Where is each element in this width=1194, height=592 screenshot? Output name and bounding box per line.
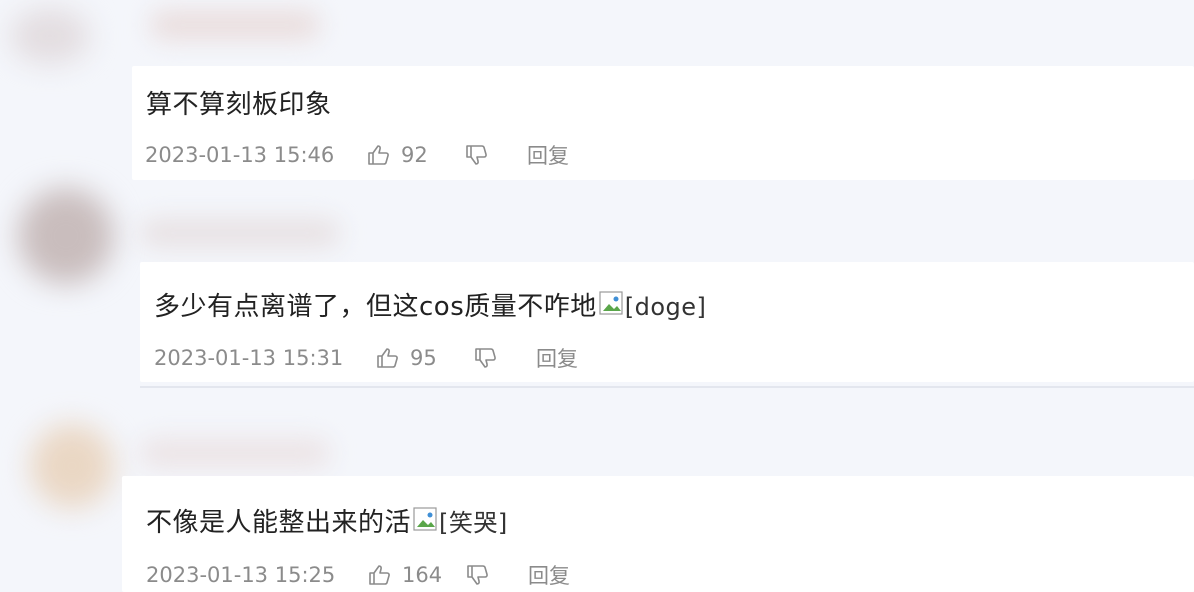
comment-text: 不像是人能整出来的活 [笑哭] <box>146 502 508 539</box>
comment-item: 算不算刻板印象 2023-01-13 15:46 92 回复 <box>0 0 1194 180</box>
thumbs-down-icon <box>466 145 487 165</box>
like-count: 95 <box>410 346 437 370</box>
username[interactable] <box>140 438 330 468</box>
dislike-button[interactable] <box>474 347 536 369</box>
broken-image-icon <box>413 507 439 533</box>
comment-timestamp: 2023-01-13 15:25 <box>146 563 336 587</box>
thumbs-down-icon <box>467 565 488 585</box>
emote-alt-text: [doge] <box>624 293 707 321</box>
comment-timestamp: 2023-01-13 15:46 <box>145 143 335 167</box>
comment-meta: 2023-01-13 15:31 95 回复 <box>154 343 578 373</box>
comment-meta: 2023-01-13 15:46 92 回复 <box>145 140 569 170</box>
broken-image-icon <box>599 291 625 317</box>
comment-text-body: 算不算刻板印象 <box>146 90 332 120</box>
dislike-button[interactable] <box>466 564 528 586</box>
avatar[interactable] <box>30 424 114 508</box>
thumbs-up-icon <box>368 145 389 165</box>
comment-meta: 2023-01-13 15:25 164 回复 <box>146 560 570 590</box>
reply-button[interactable]: 回复 <box>528 560 570 590</box>
like-count: 164 <box>402 563 443 587</box>
reply-button[interactable]: 回复 <box>527 140 569 170</box>
thumbs-up-icon <box>369 565 390 585</box>
like-button[interactable]: 164 <box>368 563 466 587</box>
comment-item: 多少有点离谱了，但这cos质量不咋地 [doge] 2023-01-13 15:… <box>0 180 1194 385</box>
comment-item: 不像是人能整出来的活 [笑哭] 2023-01-13 15:25 164 回复 <box>0 388 1194 592</box>
comment-text: 算不算刻板印象 <box>146 84 332 121</box>
dislike-button[interactable] <box>465 144 527 166</box>
like-button[interactable]: 92 <box>367 143 465 167</box>
comment-text: 多少有点离谱了，但这cos质量不咋地 [doge] <box>154 286 706 323</box>
like-count: 92 <box>401 143 428 167</box>
username[interactable] <box>150 10 320 40</box>
thumbs-up-icon <box>377 348 398 368</box>
comment-text-body: 不像是人能整出来的活 <box>146 508 412 538</box>
comment-timestamp: 2023-01-13 15:31 <box>154 346 344 370</box>
avatar[interactable] <box>18 188 114 284</box>
emote-alt-text: [笑哭] <box>439 509 508 537</box>
reply-button[interactable]: 回复 <box>536 343 578 373</box>
username[interactable] <box>140 218 340 248</box>
thumbs-down-icon <box>475 348 496 368</box>
like-button[interactable]: 95 <box>376 346 474 370</box>
comment-text-body: 多少有点离谱了，但这cos质量不咋地 <box>154 292 597 322</box>
avatar[interactable] <box>10 8 90 64</box>
